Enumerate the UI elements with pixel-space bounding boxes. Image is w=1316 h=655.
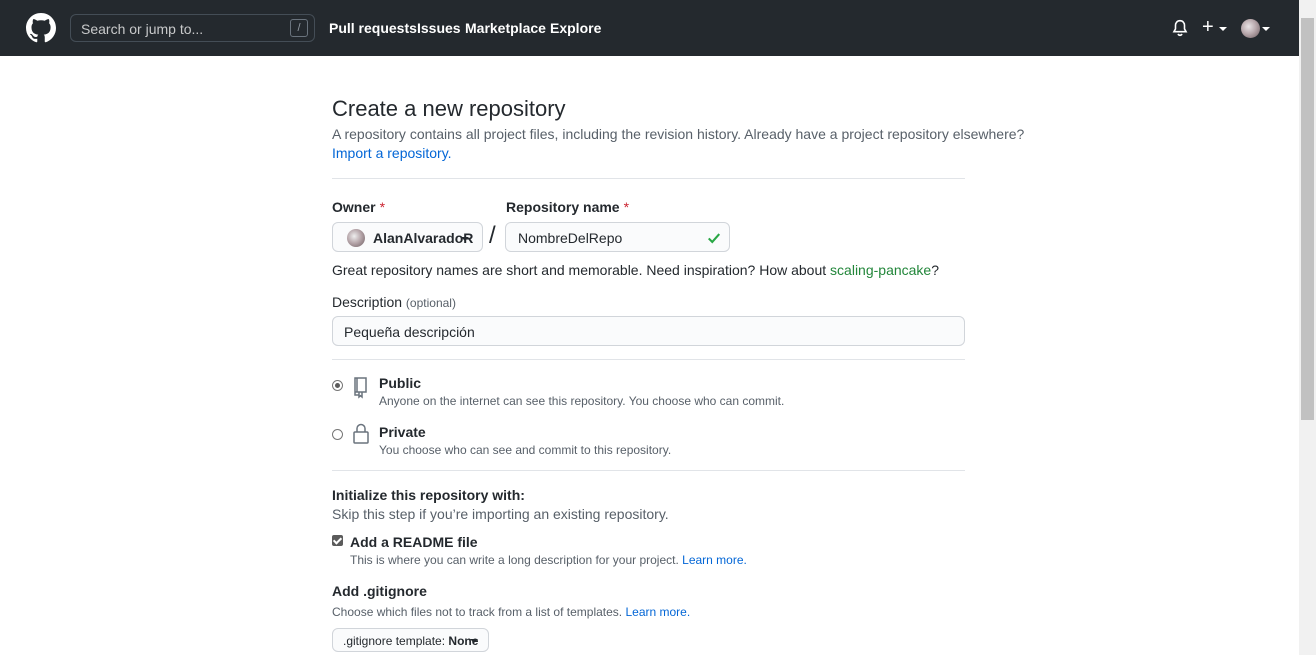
public-title: Public [379, 375, 422, 391]
search-input[interactable]: Search or jump to... / [70, 14, 315, 42]
gitignore-learn-more-link[interactable]: Learn more. [625, 605, 690, 619]
divider [332, 359, 965, 360]
bell-icon[interactable] [1171, 19, 1189, 37]
repo-icon [354, 377, 367, 399]
chevron-down-icon [461, 237, 469, 241]
chevron-down-icon [1262, 27, 1270, 31]
gitignore-title: Add .gitignore [332, 583, 427, 599]
owner-label: Owner * [332, 199, 386, 215]
repository-name-input[interactable]: NombreDelRepo [505, 222, 730, 252]
search-shortcut-key: / [290, 19, 308, 37]
github-logo-icon[interactable] [26, 13, 56, 43]
private-title: Private [379, 424, 426, 440]
page-title: Create a new repository [332, 96, 566, 121]
owner-name: AlanAlvaradoR [373, 230, 474, 246]
gitignore-note: Choose which files not to track from a l… [332, 605, 691, 619]
readme-learn-more-link[interactable]: Learn more. [682, 553, 747, 567]
initialize-note: Skip this step if you’re importing an ex… [332, 506, 669, 522]
divider [332, 470, 965, 471]
initialize-title: Initialize this repository with: [332, 487, 525, 503]
description-value: Pequeña descripción [344, 324, 475, 340]
required-mark: * [379, 199, 386, 215]
private-radio[interactable] [332, 429, 343, 440]
repo-name-label: Repository name * [506, 199, 630, 215]
check-icon [708, 233, 721, 244]
readme-label[interactable]: Add a README file [350, 534, 478, 550]
owner-repo-separator: / [489, 222, 496, 249]
required-mark: * [623, 199, 630, 215]
readme-checkbox[interactable] [332, 535, 343, 546]
search-placeholder: Search or jump to... [81, 21, 204, 37]
chevron-down-icon [470, 639, 478, 643]
readme-note: This is where you can write a long descr… [350, 553, 747, 567]
private-note: You choose who can see and commit to thi… [379, 443, 672, 457]
repo-name-hint: Great repository names are short and mem… [332, 262, 940, 278]
repository-name-value: NombreDelRepo [518, 230, 623, 246]
owner-select[interactable]: AlanAlvaradoR [332, 222, 483, 252]
lock-icon [353, 423, 369, 444]
plus-icon[interactable]: + [1202, 17, 1214, 37]
owner-avatar [347, 229, 365, 247]
gitignore-template-label: .gitignore template: None [343, 634, 479, 648]
divider [332, 178, 965, 179]
user-avatar[interactable] [1241, 19, 1260, 38]
description-input[interactable]: Pequeña descripción [332, 316, 965, 346]
chevron-down-icon [1219, 27, 1227, 31]
public-note: Anyone on the internet can see this repo… [379, 394, 785, 408]
import-repository-link[interactable]: Import a repository. [332, 145, 452, 161]
page-subtitle: A repository contains all project files,… [332, 126, 1025, 142]
description-label: Description (optional) [332, 294, 456, 310]
gitignore-template-select[interactable]: .gitignore template: None [332, 628, 489, 652]
public-radio[interactable] [332, 380, 343, 391]
create-repo-form: Create a new repository A repository con… [332, 0, 1024, 655]
suggested-name-link[interactable]: scaling-pancake [830, 262, 931, 278]
scrollbar-thumb[interactable] [1301, 18, 1314, 420]
